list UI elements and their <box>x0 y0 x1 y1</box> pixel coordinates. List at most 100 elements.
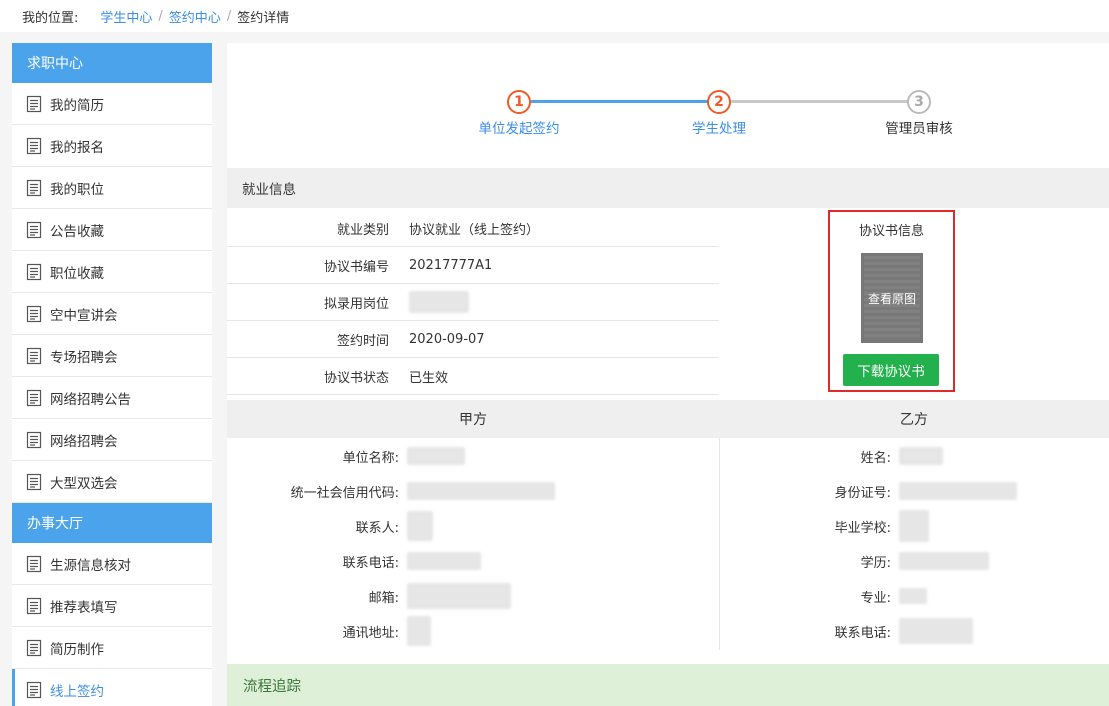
document-icon <box>26 95 42 113</box>
document-icon <box>26 179 42 197</box>
sidebar-item[interactable]: 专场招聘会 <box>12 335 212 377</box>
document-icon <box>26 639 42 657</box>
field-label: 邮箱: <box>368 590 399 606</box>
field-label: 单位名称: <box>342 450 399 466</box>
step-2-label: 学生处理 <box>692 121 746 137</box>
sidebar-item-label: 网络招聘公告 <box>50 391 131 408</box>
view-original-link[interactable]: 查看原图 <box>868 290 916 307</box>
party-a-header: 甲方 <box>227 400 719 438</box>
document-icon <box>26 263 42 281</box>
sidebar-item-label: 网络招聘会 <box>50 433 118 450</box>
info-value: 协议就业（线上签约） <box>409 222 540 238</box>
document-icon <box>26 305 42 323</box>
sidebar-item[interactable]: 大型双选会 <box>12 461 212 503</box>
redacted-value <box>899 510 929 542</box>
field-label: 联系电话: <box>834 625 891 641</box>
employment-section-header: 就业信息 <box>227 168 1109 208</box>
agreement-thumbnail[interactable]: 查看原图 <box>861 253 923 343</box>
party-b-row: 姓名: <box>719 439 943 473</box>
breadcrumb-link-sign-center[interactable]: 签约中心 <box>169 7 221 26</box>
field-label: 联系电话: <box>342 555 399 571</box>
party-a-row: 联系电话: <box>227 544 481 578</box>
info-key: 协议书编号 <box>323 259 389 275</box>
breadcrumb-link-student-center[interactable]: 学生中心 <box>100 7 152 26</box>
party-b-row: 专业: <box>719 579 927 613</box>
field-label: 联系人: <box>355 520 399 536</box>
sidebar-item-label: 我的报名 <box>50 139 104 156</box>
redacted-value <box>409 291 469 313</box>
sidebar-item[interactable]: 生源信息核对 <box>12 543 212 585</box>
sidebar-item[interactable]: 我的报名 <box>12 125 212 167</box>
redacted-value <box>899 552 989 570</box>
sidebar-section-service-hall[interactable]: 办事大厅 <box>12 503 212 543</box>
redacted-value <box>407 552 481 570</box>
sidebar-item-label: 简历制作 <box>50 641 104 658</box>
sidebar-item[interactable]: 空中宣讲会 <box>12 293 212 335</box>
step-1-marker: 1 <box>507 90 531 114</box>
sidebar-item[interactable]: 简历制作 <box>12 627 212 669</box>
sidebar-item[interactable]: 我的职位 <box>12 167 212 209</box>
redacted-value <box>407 583 511 609</box>
party-a-row: 统一社会信用代码: <box>227 474 555 508</box>
party-b-header: 乙方 <box>719 400 1109 438</box>
sidebar-item[interactable]: 公告收藏 <box>12 209 212 251</box>
info-key: 协议书状态 <box>323 370 389 386</box>
info-key: 就业类别 <box>336 222 389 238</box>
sidebar-item-label: 我的简历 <box>50 97 104 114</box>
sidebar-item-label: 空中宣讲会 <box>50 307 118 324</box>
party-a-row: 邮箱: <box>227 579 511 613</box>
info-row-status: 协议书状态 已生效 <box>227 358 719 395</box>
sidebar-item-label: 公告收藏 <box>50 223 104 240</box>
download-agreement-button[interactable]: 下载协议书 <box>843 354 939 386</box>
sidebar-item-label: 生源信息核对 <box>50 557 131 574</box>
breadcrumb-separator: / <box>226 8 232 24</box>
sidebar-item-label: 职位收藏 <box>50 265 104 282</box>
info-row-agreement-number: 协议书编号 20217777A1 <box>227 247 719 284</box>
party-b-row: 毕业学校: <box>719 509 929 543</box>
info-row-position: 拟录用岗位 <box>227 284 719 321</box>
field-label: 通讯地址: <box>342 625 399 641</box>
party-b-row: 学历: <box>719 544 989 578</box>
breadcrumb-separator: / <box>158 8 163 24</box>
field-label: 统一社会信用代码: <box>290 485 399 501</box>
step-3-label: 管理员审核 <box>885 121 953 137</box>
party-b-row: 联系电话: <box>719 614 973 648</box>
field-label: 身份证号: <box>834 485 891 501</box>
redacted-value <box>407 616 431 646</box>
document-icon <box>26 221 42 239</box>
sidebar-item[interactable]: 网络招聘公告 <box>12 377 212 419</box>
sidebar-item-label: 推荐表填写 <box>50 599 118 616</box>
sidebar-item[interactable]: 推荐表填写 <box>12 585 212 627</box>
sidebar: 求职中心 我的简历我的报名我的职位公告收藏职位收藏空中宣讲会专场招聘会网络招聘公… <box>12 43 212 706</box>
step-connector-2 <box>731 100 909 103</box>
sidebar-item-label: 专场招聘会 <box>50 349 118 366</box>
step-connector-1 <box>531 100 721 103</box>
redacted-value <box>407 511 433 541</box>
sidebar-item[interactable]: 职位收藏 <box>12 251 212 293</box>
info-value: 20217777A1 <box>409 257 493 273</box>
agreement-info-title: 协议书信息 <box>858 224 924 239</box>
sidebar-section-job-center[interactable]: 求职中心 <box>12 43 212 83</box>
redacted-value <box>899 618 973 644</box>
breadcrumb-label: 我的位置: <box>22 10 79 26</box>
party-a-row: 通讯地址: <box>227 614 431 648</box>
info-row-category: 就业类别 协议就业（线上签约） <box>227 210 719 247</box>
party-b-row: 身份证号: <box>719 474 1017 508</box>
sidebar-item-label: 线上签约 <box>50 683 104 700</box>
party-a-row: 单位名称: <box>227 439 465 473</box>
sidebar-item[interactable]: 线上签约 <box>12 669 212 706</box>
step-1-label: 单位发起签约 <box>478 121 560 137</box>
sidebar-item[interactable]: 我的简历 <box>12 83 212 125</box>
sidebar-item-label: 大型双选会 <box>50 475 118 492</box>
info-value: 已生效 <box>409 370 449 386</box>
document-icon <box>26 347 42 365</box>
redacted-value <box>899 482 1017 500</box>
document-icon <box>26 473 42 491</box>
redacted-value <box>407 482 555 500</box>
agreement-info-box: 协议书信息 查看原图 下载协议书 <box>828 210 955 392</box>
breadcrumb: 我的位置: 学生中心 / 签约中心 / 签约详情 <box>0 0 1109 32</box>
breadcrumb-current: 签约详情 <box>237 10 290 26</box>
document-icon <box>26 431 42 449</box>
sidebar-item-label: 我的职位 <box>50 181 104 198</box>
sidebar-item[interactable]: 网络招聘会 <box>12 419 212 461</box>
